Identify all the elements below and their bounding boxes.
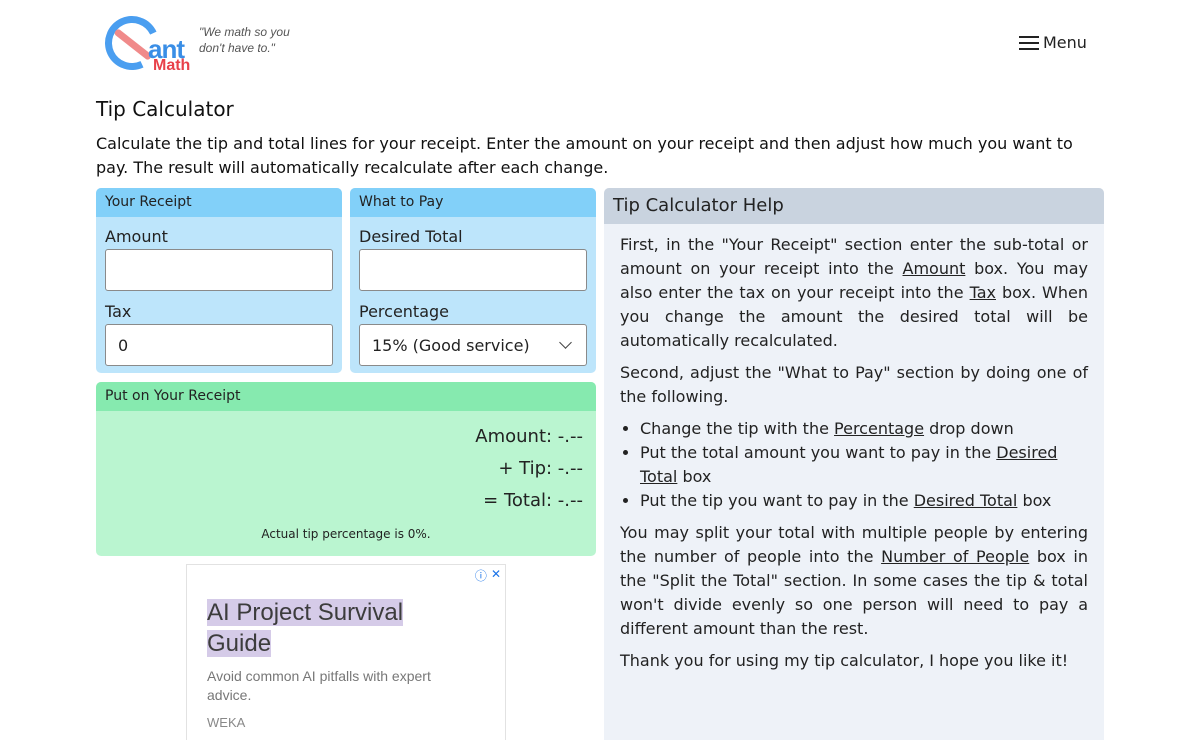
amount-link[interactable]: Amount — [903, 259, 966, 278]
desired-total-link[interactable]: Desired Total — [914, 491, 1018, 510]
amount-input[interactable] — [105, 249, 333, 291]
help-paragraph: Second, adjust the "What to Pay" section… — [620, 363, 1088, 406]
page-title: Tip Calculator — [96, 97, 234, 121]
menu-button[interactable]: Menu — [1019, 33, 1087, 52]
logo-subtext: Math — [153, 57, 191, 74]
advertisement[interactable]: ⓘ ✕ AI Project Survival Guide Avoid comm… — [186, 564, 506, 740]
hamburger-icon — [1019, 35, 1039, 50]
help-paragraph: You may split your total with multiple p… — [620, 523, 1088, 638]
receipt-panel-heading: Your Receipt — [96, 188, 342, 217]
result-total: = Total: -.-- — [483, 490, 583, 511]
site-logo[interactable]: ant Math — [97, 8, 198, 78]
result-tip: + Tip: -.-- — [498, 458, 583, 479]
percentage-selected-value: 15% (Good service) — [372, 335, 530, 355]
amount-label: Amount — [105, 227, 168, 246]
page-intro: Calculate the tip and total lines for yo… — [96, 134, 1073, 177]
help-paragraph: First, in the "Your Receipt" section ent… — [620, 235, 1089, 350]
list-item: Change the tip with the Percentage drop … — [640, 417, 1088, 441]
ad-brand: WEKA — [207, 715, 246, 730]
ad-description: Avoid common AI pitfalls with expert adv… — [207, 668, 431, 703]
help-panel: Tip Calculator Help First, in the "Your … — [604, 188, 1104, 740]
list-item: Put the tip you want to pay in the Desir… — [640, 489, 1088, 513]
ad-title[interactable]: AI Project Survival Guide — [207, 597, 447, 659]
site-tagline: "We math so you don't have to." — [199, 25, 290, 55]
percentage-label: Percentage — [359, 302, 450, 321]
percentage-link[interactable]: Percentage — [834, 419, 924, 438]
menu-label: Menu — [1043, 33, 1087, 52]
tax-label: Tax — [105, 302, 132, 321]
ad-close-icon[interactable]: ✕ — [491, 567, 501, 584]
result-panel-heading: Put on Your Receipt — [96, 382, 596, 411]
result-amount: Amount: -.-- — [475, 426, 583, 447]
receipt-panel: Your Receipt Amount Tax — [96, 188, 342, 373]
tax-link[interactable]: Tax — [970, 283, 996, 302]
ad-info-icon[interactable]: ⓘ — [475, 567, 487, 584]
chevron-down-icon — [559, 336, 572, 349]
help-heading: Tip Calculator Help — [604, 188, 1104, 224]
tax-input[interactable] — [105, 324, 333, 366]
help-paragraph: Thank you for using my tip calculator, I… — [620, 651, 1069, 670]
what-to-pay-panel: What to Pay Desired Total Percentage 15%… — [350, 188, 596, 373]
number-of-people-link[interactable]: Number of People — [881, 547, 1029, 566]
desired-total-label: Desired Total — [359, 227, 463, 246]
help-list: Change the tip with the Percentage drop … — [640, 417, 1088, 513]
what-to-pay-heading: What to Pay — [350, 188, 596, 217]
percentage-select[interactable]: 15% (Good service) — [359, 324, 587, 366]
desired-total-input[interactable] — [359, 249, 587, 291]
list-item: Put the total amount you want to pay in … — [640, 441, 1088, 489]
tip-percentage-note: Actual tip percentage is 0%. — [261, 527, 431, 541]
result-panel: Put on Your Receipt Amount: -.-- + Tip: … — [96, 382, 596, 556]
